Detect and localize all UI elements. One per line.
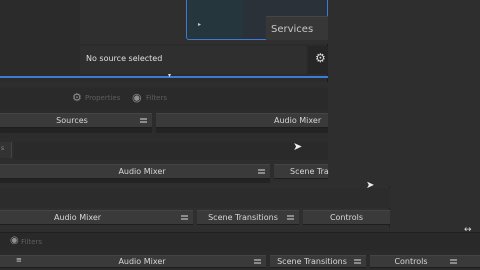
gear-icon[interactable]: ⚙ bbox=[72, 92, 82, 103]
dock-menu-icon[interactable]: ≡ bbox=[16, 257, 22, 264]
controls-dock-title[interactable]: Controls bbox=[303, 210, 390, 225]
filters-button[interactable]: Filters bbox=[21, 239, 42, 246]
services-label[interactable]: Services bbox=[271, 25, 313, 35]
audio-mixer-content bbox=[156, 128, 328, 133]
dock-menu-icon[interactable] bbox=[257, 168, 266, 175]
sources-dock-label: Sources bbox=[56, 115, 88, 125]
scene-transitions-dock-title[interactable]: Scene Tra bbox=[274, 164, 329, 179]
toolbar-strip bbox=[14, 142, 328, 160]
small-edge-icon: s bbox=[1, 145, 5, 152]
scene-transitions-dock-title[interactable]: Scene Transitions bbox=[197, 210, 299, 225]
small-cursor-icon: ▸ bbox=[198, 21, 202, 28]
audio-mixer-dock-label: Audio Mixer bbox=[118, 166, 166, 176]
dock-menu-icon[interactable] bbox=[139, 117, 148, 124]
controls-dock-title[interactable]: Controls bbox=[370, 255, 480, 268]
controls-dock-label: Controls bbox=[329, 212, 364, 222]
selection-accent-line bbox=[0, 76, 328, 78]
scene-transitions-dock-label: Scene Tra bbox=[290, 166, 329, 176]
dock-menu-icon[interactable] bbox=[449, 258, 458, 265]
audio-mixer-dock-title[interactable]: Audio Mixer bbox=[0, 210, 193, 225]
audio-mixer-dock-label: Audio Mixer bbox=[274, 115, 322, 125]
properties-button[interactable]: Properties bbox=[85, 95, 120, 102]
preview-thumbnail bbox=[188, 0, 243, 38]
audio-mixer-content bbox=[0, 179, 270, 183]
audio-mixer-dock-title[interactable]: Audio Mixer bbox=[0, 255, 266, 268]
gear-icon[interactable]: ⚙ bbox=[315, 52, 326, 64]
scene-transitions-dock-title[interactable]: Scene Transitions bbox=[270, 255, 366, 268]
dock-menu-icon[interactable] bbox=[286, 214, 295, 221]
filters-icon[interactable]: ◉ bbox=[10, 236, 19, 246]
scene-transitions-dock-label: Scene Transitions bbox=[277, 256, 347, 266]
dock-menu-icon[interactable] bbox=[180, 214, 189, 221]
audio-mixer-dock-title[interactable]: Audio Mixer bbox=[156, 113, 328, 128]
resize-cursor-icon: ↔ bbox=[464, 225, 472, 235]
sources-content bbox=[0, 128, 152, 133]
audio-mixer-dock-title[interactable]: Audio Mixer bbox=[0, 164, 270, 179]
toolbar-strip bbox=[0, 188, 390, 208]
scene-transitions-dock-label: Scene Transitions bbox=[208, 212, 278, 222]
mouse-pointer-icon: ▾ bbox=[168, 72, 172, 79]
audio-mixer-dock-label: Audio Mixer bbox=[118, 256, 166, 266]
mouse-pointer-icon: ➤ bbox=[366, 180, 375, 191]
no-source-selected-text: No source selected bbox=[86, 54, 163, 63]
dock-menu-icon[interactable] bbox=[253, 258, 262, 265]
filters-icon[interactable]: ◉ bbox=[132, 92, 142, 103]
filters-button[interactable]: Filters bbox=[146, 95, 167, 102]
filters-toolbar bbox=[0, 233, 480, 251]
dock-menu-icon[interactable] bbox=[353, 258, 362, 265]
controls-dock-label: Controls bbox=[394, 256, 428, 266]
sources-dock-title[interactable]: Sources bbox=[0, 113, 152, 128]
mouse-pointer-icon: ➤ bbox=[293, 140, 303, 153]
audio-mixer-dock-label: Audio Mixer bbox=[53, 212, 102, 222]
